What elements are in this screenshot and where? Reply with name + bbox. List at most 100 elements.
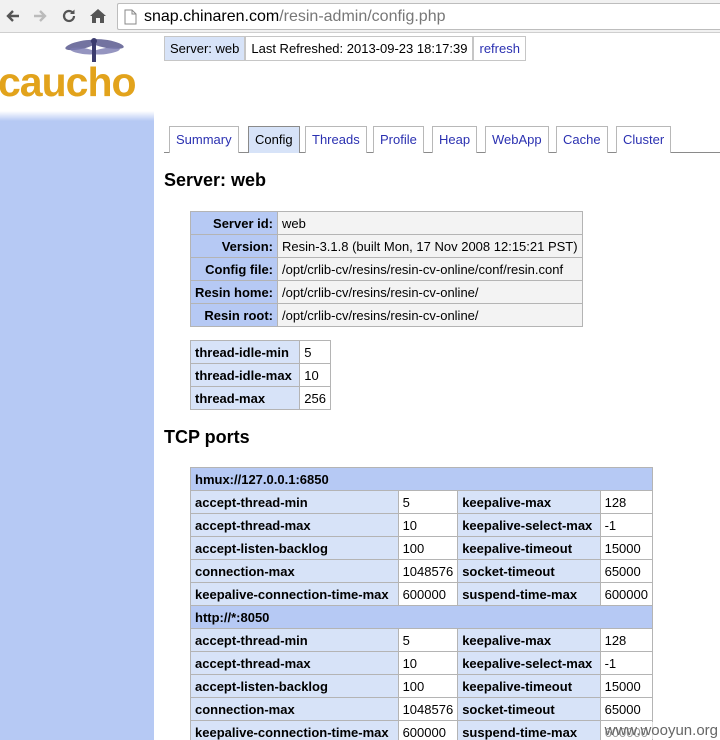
- tab-config[interactable]: Config: [248, 126, 300, 153]
- row-label: Resin home:: [189, 280, 279, 304]
- table-row: Resin root:/opt/crlib-cv/resins/resin-cv…: [189, 303, 583, 327]
- row-label: keepalive-timeout: [457, 674, 601, 698]
- reload-icon: [62, 9, 76, 23]
- tab-threads[interactable]: Threads: [305, 126, 367, 153]
- table-row: accept-thread-min 5 keepalive-max 128: [190, 628, 654, 652]
- table-row: accept-listen-backlog 100 keepalive-timeou…: [190, 536, 654, 560]
- row-label: Resin root:: [189, 303, 279, 327]
- row-value: 600000: [397, 582, 459, 606]
- row-label: Server id:: [189, 211, 279, 235]
- row-value: 100: [397, 536, 459, 560]
- row-value: /opt/crlib-cv/resins/resin-cv-online/: [277, 280, 583, 304]
- watermark: www.wooyun.org: [604, 722, 718, 739]
- sidebar: caucho: [0, 33, 154, 740]
- tab-heap[interactable]: Heap: [432, 126, 478, 153]
- page-icon: [124, 9, 137, 25]
- row-label: thread-idle-min: [189, 340, 301, 364]
- row-label: suspend-time-max: [457, 720, 601, 740]
- row-value: -1: [599, 651, 654, 675]
- row-value: 65000: [599, 559, 654, 583]
- row-value: Resin-3.1.8 (built Mon, 17 Nov 2008 12:1…: [277, 234, 583, 258]
- row-value: 100: [397, 674, 459, 698]
- port-name: http://*:8050: [190, 605, 653, 629]
- url-text: snap.chinaren.com/resin-admin/config.php: [144, 8, 446, 25]
- back-arrow-icon: [6, 10, 19, 22]
- tab-bar: Summary Config Threads Profile Heap WebA…: [164, 126, 720, 153]
- thread-table: thread-idle-min 5 thread-idle-max 10 threa…: [189, 340, 331, 410]
- row-value: 5: [299, 340, 331, 364]
- row-label: Version:: [189, 234, 279, 258]
- row-label: keepalive-connection-time-max: [190, 720, 399, 740]
- last-refreshed: Last Refreshed: 2013-09-23 18:17:39: [245, 36, 474, 61]
- server-info-table: Server id: web Version: Resin-3.1.8 (built…: [189, 211, 583, 327]
- table-row: accept-thread-max 10 keepalive-select-max -…: [190, 651, 654, 675]
- table-row: keepalive-connection-time-max 600000 suspe…: [190, 720, 654, 740]
- row-label: keepalive-select-max: [457, 651, 601, 675]
- logo[interactable]: caucho: [0, 33, 154, 121]
- home-icon: [90, 9, 106, 23]
- row-value: 10: [397, 513, 459, 537]
- table-row: connection-max 1048576 socket-timeout 65000: [190, 697, 654, 721]
- table-row: Version: Resin-3.1.8 (built Mon, 17 Nov 2…: [189, 234, 583, 258]
- forward-button[interactable]: [29, 5, 51, 27]
- row-label: connection-max: [190, 559, 399, 583]
- row-label: accept-thread-min: [190, 490, 399, 514]
- tab-profile[interactable]: Profile: [373, 126, 424, 153]
- row-value: web: [277, 211, 583, 235]
- row-label: keepalive-timeout: [457, 536, 601, 560]
- row-label: accept-listen-backlog: [190, 536, 399, 560]
- table-row: Server id: web: [189, 211, 583, 235]
- back-button[interactable]: [2, 5, 24, 27]
- tab-webapp[interactable]: WebApp: [485, 126, 549, 153]
- table-row: Config file:/opt/crlib-cv/resins/resin-c…: [189, 257, 583, 281]
- row-label: socket-timeout: [457, 559, 601, 583]
- port-name: hmux://127.0.0.1:6850: [190, 467, 653, 491]
- reload-button[interactable]: [58, 5, 80, 27]
- tab-summary[interactable]: Summary: [169, 126, 239, 153]
- row-value: 15000: [599, 674, 654, 698]
- row-label: accept-thread-min: [190, 628, 399, 652]
- port-header: http://*:8050: [190, 605, 653, 629]
- row-label: suspend-time-max: [457, 582, 601, 606]
- row-value: -1: [599, 513, 654, 537]
- table-row: connection-max 1048576 socket-timeout 65000: [190, 559, 654, 583]
- table-row: accept-thread-min 5 keepalive-max 128: [190, 490, 654, 514]
- tab-cluster[interactable]: Cluster: [616, 126, 672, 153]
- row-value: /opt/crlib-cv/resins/resin-cv-online/: [277, 303, 583, 327]
- row-value: 5: [397, 490, 459, 514]
- server-heading: Server: web: [164, 170, 267, 190]
- row-label: keepalive-connection-time-max: [190, 582, 399, 606]
- port-header: hmux://127.0.0.1:6850: [190, 467, 653, 491]
- tab-cache[interactable]: Cache: [556, 126, 608, 153]
- row-label: connection-max: [190, 697, 399, 721]
- row-label: keepalive-select-max: [457, 513, 601, 537]
- row-label: keepalive-max: [457, 490, 601, 514]
- row-label: accept-thread-max: [190, 651, 399, 675]
- status-bar: Server: web Last Refreshed: 2013-09-23 1…: [164, 36, 526, 61]
- table-row: thread-idle-max 10: [189, 363, 331, 387]
- server-label: Server: web: [164, 36, 246, 61]
- table-row: accept-listen-backlog 100 keepalive-timeou…: [190, 674, 654, 698]
- row-value: 65000: [599, 697, 654, 721]
- forward-arrow-icon: [34, 10, 47, 22]
- browser-toolbar: snap.chinaren.com/resin-admin/config.php: [0, 0, 720, 33]
- row-label: Config file:: [189, 257, 279, 281]
- table-row: accept-thread-max 10 keepalive-select-max -…: [190, 513, 654, 537]
- row-value: 600000: [599, 582, 654, 606]
- address-bar[interactable]: snap.chinaren.com/resin-admin/config.php: [117, 3, 720, 30]
- row-value: 5: [397, 628, 459, 652]
- tcp-ports-table: hmux://127.0.0.1:6850 accept-thread-min 5…: [190, 467, 654, 740]
- row-label: keepalive-max: [457, 628, 601, 652]
- row-value: 10: [397, 651, 459, 675]
- row-label: socket-timeout: [457, 697, 601, 721]
- table-row: keepalive-connection-time-max 600000 suspe…: [190, 582, 654, 606]
- row-value: 1048576: [397, 697, 459, 721]
- refresh-link[interactable]: refresh: [473, 36, 526, 61]
- row-value: 256: [299, 386, 331, 410]
- caucho-logo-text: caucho: [0, 59, 137, 105]
- row-value: 1048576: [397, 559, 459, 583]
- row-label: accept-thread-max: [190, 513, 399, 537]
- home-button[interactable]: [87, 5, 109, 27]
- table-row: thread-max 256: [189, 386, 331, 410]
- row-value: 15000: [599, 536, 654, 560]
